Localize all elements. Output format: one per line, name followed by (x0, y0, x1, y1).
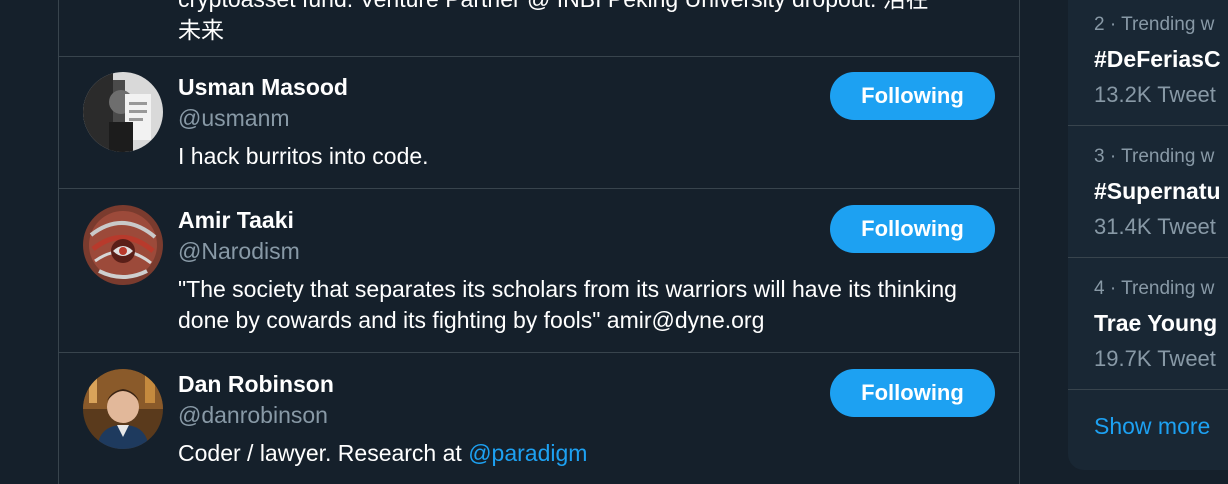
trend-meta: 4 · Trending w (1094, 278, 1215, 299)
user-row-dan-robinson[interactable]: Dan Robinson @danrobinson Coder / lawyer… (59, 353, 1019, 484)
mention-link[interactable]: @paradigm (468, 440, 587, 466)
avatar[interactable] (83, 205, 163, 285)
avatar[interactable] (83, 72, 163, 152)
user-handle: @danrobinson (178, 402, 328, 428)
show-more-link[interactable]: Show more (1094, 413, 1210, 440)
trends-panel: 2 · Trending w #DeFeriasC 13.2K Tweet 3 … (1068, 0, 1228, 470)
trend-meta: 3 · Trending w (1094, 146, 1215, 167)
user-name[interactable]: Dan Robinson (178, 369, 334, 399)
following-button[interactable]: Following (830, 72, 995, 120)
user-bio: I hack burritos into code. (178, 143, 429, 169)
trend-item[interactable]: 4 · Trending w Trae Young 19.7K Tweet (1068, 258, 1228, 390)
user-handle: @Narodism (178, 238, 300, 264)
user-bio: "The society that separates its scholars… (178, 276, 957, 333)
user-handle: @usmanm (178, 105, 290, 131)
trend-item[interactable]: 3 · Trending w #Supernatu 31.4K Tweet (1068, 126, 1228, 258)
user-name[interactable]: Amir Taaki (178, 205, 294, 235)
user-bio: Coder / lawyer. Research at @paradigm (178, 438, 998, 469)
trend-tweet-count: 19.7K Tweet (1094, 346, 1216, 371)
following-button[interactable]: Following (830, 369, 995, 417)
user-row-usman-masood[interactable]: Usman Masood @usmanm I hack burritos int… (59, 56, 1019, 189)
trend-tweet-count: 31.4K Tweet (1094, 214, 1216, 239)
page: cryptoasset fund. Venture Partner @ INBI… (0, 0, 1228, 484)
avatar[interactable] (83, 369, 163, 449)
following-list: cryptoasset fund. Venture Partner @ INBI… (58, 0, 1020, 484)
trend-name: Trae Young (1094, 310, 1218, 336)
partial-user-row[interactable]: cryptoasset fund. Venture Partner @ INBI… (59, 0, 1019, 57)
trend-name: #Supernatu (1094, 178, 1221, 204)
following-button[interactable]: Following (830, 205, 995, 253)
user-bio: cryptoasset fund. Venture Partner @ INBI… (178, 0, 929, 43)
trend-tweet-count: 13.2K Tweet (1094, 82, 1216, 107)
user-name[interactable]: Usman Masood (178, 72, 348, 102)
trend-name: #DeFeriasC (1094, 46, 1221, 72)
trend-meta: 2 · Trending w (1094, 14, 1215, 35)
user-row-amir-taaki[interactable]: Amir Taaki @Narodism "The society that s… (59, 189, 1019, 353)
trend-item[interactable]: 2 · Trending w #DeFeriasC 13.2K Tweet (1068, 0, 1228, 126)
bio-text: Coder / lawyer. Research at (178, 440, 469, 466)
